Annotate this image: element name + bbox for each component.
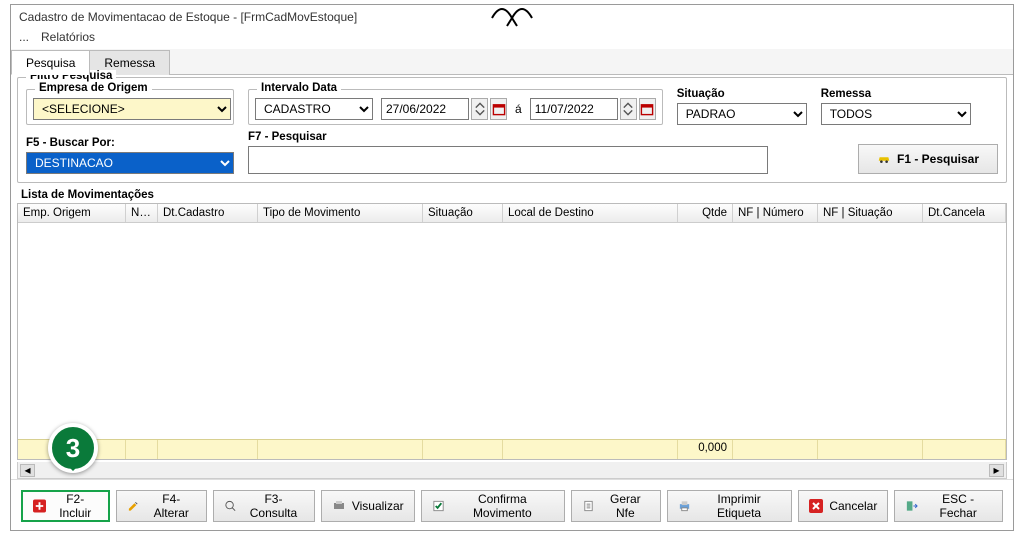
footer-toolbar: F2-Incluir F4-Alterar F3-Consulta Visual…	[11, 479, 1013, 530]
visualizar-button[interactable]: Visualizar	[321, 490, 415, 522]
consulta-button[interactable]: F3-Consulta	[213, 490, 315, 522]
col-tipo-mov[interactable]: Tipo de Movimento	[258, 204, 423, 222]
document-icon	[582, 499, 595, 513]
date-to-calendar-icon[interactable]	[639, 98, 656, 120]
alterar-button[interactable]: F4-Alterar	[116, 490, 207, 522]
remessa-select[interactable]: TODOS	[821, 103, 971, 125]
imprimir-etiqueta-button[interactable]: Imprimir Etiqueta	[667, 490, 793, 522]
empresa-origem-label: Empresa de Origem	[35, 82, 152, 94]
date-to-input[interactable]	[530, 98, 618, 120]
footer-qtde: 0,000	[678, 440, 733, 459]
visualizar-label: Visualizar	[352, 499, 404, 513]
filter-panel: Filtro Pesquisa Empresa de Origem <SELEC…	[17, 77, 1007, 183]
buscar-por-label: F5 - Buscar Por:	[26, 137, 234, 149]
empresa-origem-fieldset: Empresa de Origem <SELECIONE>	[26, 89, 234, 125]
scroll-right-icon[interactable]: ▸	[989, 464, 1004, 477]
col-dtcadastro[interactable]: Dt.Cadastro	[158, 204, 258, 222]
pesquisar-button[interactable]: F1 - Pesquisar	[858, 144, 998, 174]
consulta-label: F3-Consulta	[243, 492, 304, 520]
date-from-spinner-icon[interactable]	[471, 98, 488, 120]
incluir-label: F2-Incluir	[52, 492, 98, 520]
tab-strip: Pesquisa Remessa	[11, 49, 1013, 75]
col-qtde[interactable]: Qtde	[678, 204, 733, 222]
situacao-select[interactable]: PADRAO	[677, 103, 807, 125]
grid-footer: 0,000	[18, 439, 1006, 459]
fechar-button[interactable]: ESC - Fechar	[894, 490, 1003, 522]
confirm-icon	[432, 499, 445, 513]
cancelar-button[interactable]: Cancelar	[798, 490, 888, 522]
col-ndoc[interactable]: Nº Doc.	[126, 204, 158, 222]
window-title: Cadastro de Movimentacao de Estoque - [F…	[11, 5, 1013, 29]
printer-icon	[678, 499, 691, 513]
gerarnfe-label: Gerar Nfe	[601, 492, 650, 520]
door-exit-icon	[905, 499, 918, 513]
col-local-destino[interactable]: Local de Destino	[503, 204, 678, 222]
plus-icon	[33, 499, 46, 513]
incluir-button[interactable]: F2-Incluir	[21, 490, 110, 522]
col-situacao[interactable]: Situação	[423, 204, 503, 222]
gerar-nfe-button[interactable]: Gerar Nfe	[571, 490, 661, 522]
menu-more[interactable]: ...	[19, 30, 29, 44]
situacao-label: Situação	[677, 88, 807, 100]
intervalo-data-label: Intervalo Data	[257, 82, 341, 94]
table-area: Lista de Movimentações Emp. Origem Nº Do…	[17, 189, 1007, 460]
grid-header: Emp. Origem Nº Doc. Dt.Cadastro Tipo de …	[18, 204, 1006, 223]
menu-reports[interactable]: Relatórios	[41, 30, 95, 44]
date-from-calendar-icon[interactable]	[490, 98, 507, 120]
table-title: Lista de Movimentações	[21, 189, 1007, 201]
edit-icon	[127, 499, 140, 513]
print-preview-icon	[332, 499, 346, 513]
alterar-label: F4-Alterar	[146, 492, 196, 520]
pesquisar-label: F7 - Pesquisar	[248, 131, 844, 143]
pesquisar-button-label: F1 - Pesquisar	[897, 152, 979, 166]
cancelar-label: Cancelar	[829, 499, 877, 513]
empresa-origem-select[interactable]: <SELECIONE>	[33, 98, 231, 120]
confirma-label: Confirma Movimento	[451, 492, 554, 520]
cancel-icon	[809, 499, 823, 513]
col-dt-cancela[interactable]: Dt.Cancela	[923, 204, 1006, 222]
confirma-movimento-button[interactable]: Confirma Movimento	[421, 490, 565, 522]
imprimir-label: Imprimir Etiqueta	[697, 492, 781, 520]
intervalo-tipo-select[interactable]: CADASTRO	[255, 98, 373, 120]
data-grid[interactable]: Emp. Origem Nº Doc. Dt.Cadastro Tipo de …	[17, 203, 1007, 460]
horizontal-scrollbar[interactable]: ◂ ▸	[17, 462, 1007, 479]
col-emp-origem[interactable]: Emp. Origem	[18, 204, 126, 222]
remessa-label: Remessa	[821, 88, 971, 100]
tab-pesquisa[interactable]: Pesquisa	[11, 50, 90, 75]
buscar-por-select[interactable]: DESTINACAO	[26, 152, 234, 174]
date-separator: á	[515, 102, 522, 116]
grid-body	[18, 223, 1006, 439]
pesquisar-input[interactable]	[248, 146, 768, 174]
search-icon	[224, 499, 237, 513]
annotation-marker-3: 3	[48, 423, 98, 473]
col-nf-situacao[interactable]: NF | Situação	[818, 204, 923, 222]
col-nf-numero[interactable]: NF | Número	[733, 204, 818, 222]
intervalo-data-fieldset: Intervalo Data CADASTRO á	[248, 89, 663, 125]
date-from-input[interactable]	[381, 98, 469, 120]
date-to-spinner-icon[interactable]	[620, 98, 637, 120]
menubar: ... Relatórios	[11, 29, 1013, 49]
scroll-left-icon[interactable]: ◂	[20, 464, 35, 477]
fechar-label: ESC - Fechar	[924, 492, 992, 520]
window: Cadastro de Movimentacao de Estoque - [F…	[10, 4, 1014, 531]
car-icon	[877, 152, 891, 166]
